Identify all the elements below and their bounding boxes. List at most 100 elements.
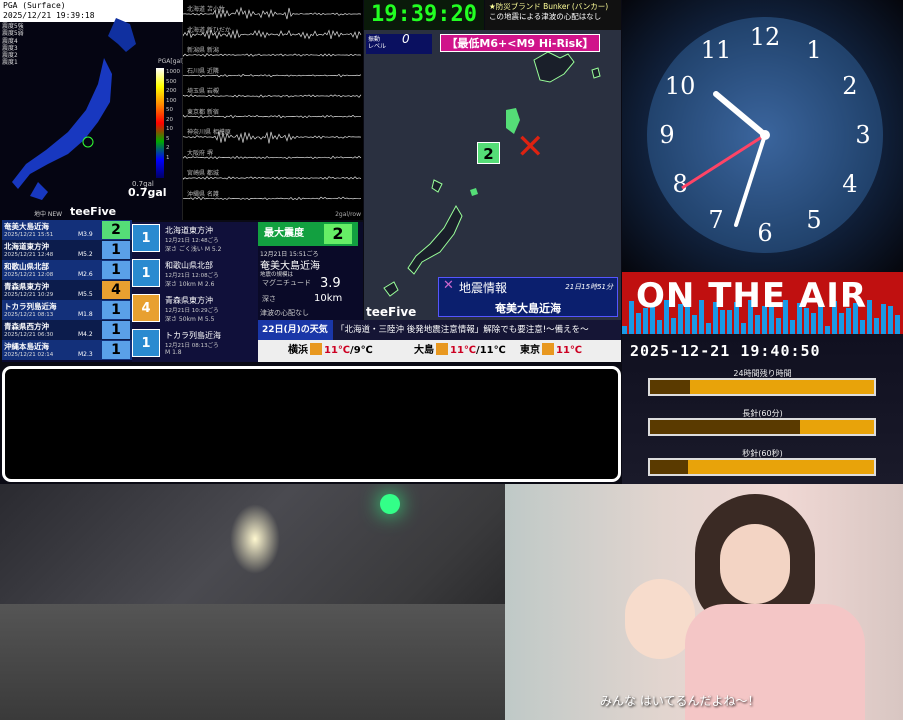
waveform-station-label: 沖縄県 名護: [187, 189, 219, 198]
city-low: 11℃: [480, 345, 506, 356]
quake-mag: M5.5: [78, 291, 93, 298]
quake-detail-item[interactable]: 1 和歌山県北部 12月21日 12:08ごろ 深さ 10km M 2.6: [132, 257, 258, 291]
weather-row: 横浜 11℃/9℃ 大島 11℃/11℃ 東京 11℃: [258, 340, 621, 362]
quake-mag: M1.8: [78, 311, 93, 318]
city-high: 11℃: [324, 345, 350, 356]
quake-map: 振動 レベル 0 【最低M6+<M9 Hi-Risk】 2 ✕ teeFive …: [364, 30, 621, 320]
max-intensity-panel: 最大震度 2 12月21日 15:51ごろ 奄美大島近海 地震の規模は マグニチ…: [258, 222, 363, 320]
weather-bar: 22日(月)の天気 「北海道・三陸沖 後発地震注意情報」解除でも要注意!～備えを…: [258, 320, 621, 340]
quake-list-item[interactable]: トカラ列島近海 2025/12/21 08:13 M1.8 1: [2, 300, 132, 320]
quake-intensity: 1: [102, 261, 130, 279]
x-icon: ✕: [443, 278, 454, 293]
pga-tick: 1: [166, 154, 180, 164]
city-high: 11℃: [450, 345, 476, 356]
commercial-video: みんな はいてるんだよね～！: [505, 484, 903, 720]
tsunami-note: この地震による津波の心配はなし: [489, 12, 617, 22]
eq-bar: [629, 301, 634, 334]
quake-list-item[interactable]: 沖縄本島近海 2025/12/21 02:14 M2.3 1: [2, 340, 132, 360]
pga-legend-ticks: 1000 500 200 100 50 20 10 5 2 1: [166, 68, 180, 163]
waveform-station-label: 石川県 近隣: [187, 66, 219, 75]
waveform-trace: [183, 115, 361, 118]
quake-mag: M5.2: [78, 251, 93, 258]
quake-list-item[interactable]: 和歌山県北部 2025/12/21 12:08 M2.6 1: [2, 260, 132, 280]
quake-intensity: 1: [102, 341, 130, 359]
eq-bar: [755, 315, 760, 334]
quake-region: 青森県西方沖: [4, 321, 49, 332]
max-intensity-sub: 地震の規模は: [260, 270, 293, 278]
pga-value: 0.7gal: [128, 186, 167, 199]
quake-detail-item[interactable]: 4 青森県東方沖 12月21日 10:29ごろ 深さ 50km M 5.5: [132, 292, 258, 326]
eq-bar: [622, 326, 627, 334]
pga-tick: 100: [166, 97, 180, 107]
traffic-light: [380, 494, 400, 514]
magnitude-label: マグニチュード: [262, 278, 311, 288]
pga-tick: 10: [166, 125, 180, 135]
waveform-station-label: 東京都 新宿: [187, 107, 219, 116]
detail-intensity: 1: [132, 259, 160, 287]
clock-numeral: 12: [750, 23, 781, 51]
max-intensity-value: 2: [324, 224, 352, 244]
quake-region: 和歌山県北部: [4, 261, 49, 272]
progress-bar: [648, 458, 876, 476]
quake-intensity: 1: [102, 241, 130, 259]
street-lamp: [230, 504, 280, 574]
datetime-panel: 2025-12-21 19:40:50 24時間残り時間 長針(60分) 秒針(60…: [622, 334, 903, 484]
quake-list-item[interactable]: 青森県西方沖 2025/12/21 06:30 M4.2 1: [2, 320, 132, 340]
quake-list-item[interactable]: 北海道東方沖 2025/12/21 12:48 M5.2 1: [2, 240, 132, 260]
eq-bar: [671, 318, 676, 334]
sun-cloud-icon: [436, 343, 448, 355]
pga-color-legend: [156, 68, 164, 178]
quake-region: 北海道東方沖: [4, 241, 49, 252]
tsunami-status: 津波の心配なし: [260, 308, 309, 318]
city-name: 東京: [520, 345, 540, 356]
city-high: 11℃: [556, 345, 582, 356]
depth-label: 深さ: [262, 294, 276, 304]
clock-numeral: 4: [842, 170, 857, 198]
waveform-station-label: 神奈川県 相模原: [187, 127, 231, 136]
progress-bar: [648, 378, 876, 396]
progress-fill: [650, 460, 688, 474]
quake-intensity: 1: [102, 301, 130, 319]
detail-date: 12月21日 08:13ごろ: [165, 341, 219, 349]
quake-list-item[interactable]: 青森県東方沖 2025/12/21 10:29 M5.5 4: [2, 280, 132, 300]
quake-detail-item[interactable]: 1 トカラ列島近海 12月21日 08:13ごろ M 1.8: [132, 327, 258, 361]
quake-detail-item[interactable]: 1 北海道東方沖 12月21日 12:48ごろ 深さ ごく浅い M 5.2: [132, 222, 258, 256]
detail-intensity: 4: [132, 294, 160, 322]
depth-value: 10km: [314, 293, 342, 304]
city-name: 横浜: [288, 345, 308, 356]
pga-tick: 5: [166, 135, 180, 145]
quake-intensity: 1: [102, 321, 130, 339]
pga-footer-note: 地中 NEW: [34, 209, 62, 218]
weather-city: 大島 11℃/11℃: [414, 340, 506, 362]
eq-bar: [776, 318, 781, 334]
detail-region: 青森県東方沖: [165, 295, 213, 306]
detail-meta: 深さ ごく浅い M 5.2: [165, 244, 255, 253]
waveform-station-label: 宮崎県 都城: [187, 168, 219, 177]
detail-date: 12月21日 12:48ごろ: [165, 236, 219, 244]
quake-list-item[interactable]: 奄美大島近海 2025/12/21 15:51 M3.9 2: [2, 220, 132, 240]
sponsor-title: ★防災ブランド Bunker (バンカー): [489, 2, 617, 12]
eq-bar: [825, 326, 830, 334]
detail-region: トカラ列島近海: [165, 330, 221, 341]
vibration-level-label: 振動 レベル: [368, 36, 400, 50]
detail-date: 12月21日 12:08ごろ: [165, 271, 219, 279]
quake-date: 2025/12/21 15:51: [4, 232, 53, 238]
weather-city: 横浜 11℃/9℃: [288, 340, 373, 362]
brand-logo: teeFive: [70, 205, 116, 218]
brand-logo-map: teeFive: [366, 305, 416, 319]
quake-intensity: 4: [102, 281, 130, 299]
waveform-station-label: 埼玉県 岩槻: [187, 86, 219, 95]
eq-bar: [860, 320, 865, 334]
quake-info-date: 21日15時51分: [565, 282, 613, 292]
waveform-station-label: 新潟県 新潟: [187, 45, 219, 54]
news-ticker: 「北海道・三陸沖 後発地震注意情報」解除でも要注意!～備えを～: [336, 323, 589, 335]
quake-mag: M2.3: [78, 351, 93, 358]
quake-mag: M4.2: [78, 331, 93, 338]
on-air-banner: ON THE AIR: [622, 272, 903, 334]
quake-detail-list: 1 北海道東方沖 12月21日 12:48ごろ 深さ ごく浅い M 5.2 1 和歌山県北…: [132, 222, 258, 362]
progress-fill: [650, 380, 690, 394]
person-face: [720, 524, 790, 604]
quake-mag: M2.6: [78, 271, 93, 278]
clock-numeral: 5: [806, 206, 821, 234]
detail-region: 和歌山県北部: [165, 260, 213, 271]
